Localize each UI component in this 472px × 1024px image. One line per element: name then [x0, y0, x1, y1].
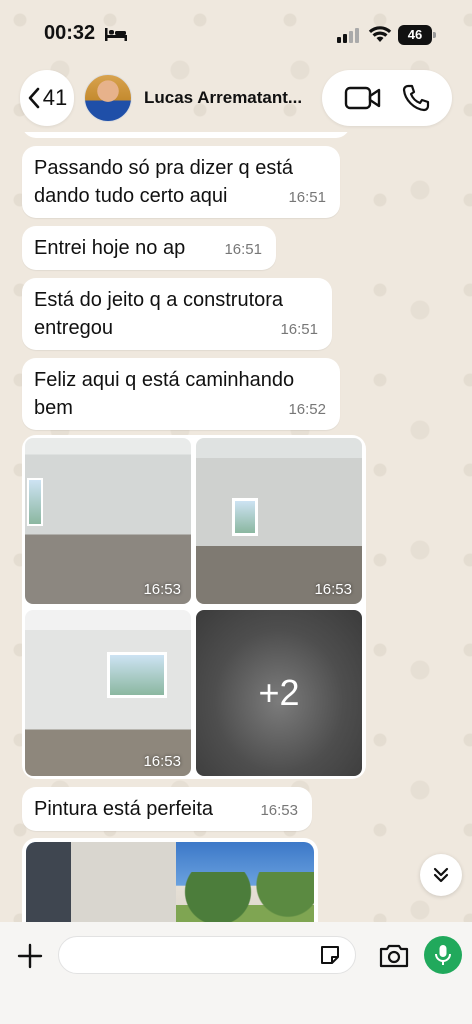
photo-thumbnail-more[interactable]: +2: [196, 610, 362, 776]
photo-thumbnail[interactable]: 16:53: [25, 438, 191, 604]
battery-indicator: 46: [398, 25, 436, 45]
sleep-focus-icon: [105, 28, 127, 41]
message-time: 16:53: [260, 802, 298, 819]
message-time: 16:52: [288, 401, 326, 418]
message-text: Passando só pra dizer q está dando tudo …: [34, 157, 294, 207]
message-text: Feliz aqui q está caminhando bem: [34, 369, 295, 419]
more-photos-count: +2: [258, 672, 300, 713]
message-bubble[interactable]: Feliz aqui q está caminhando bem 16:52: [22, 358, 340, 430]
sticker-icon[interactable]: [318, 943, 342, 967]
photo-time: 16:53: [314, 581, 352, 598]
avatar[interactable]: [84, 74, 132, 122]
clock: 00:32: [44, 22, 96, 44]
message-list[interactable]: Passando só pra dizer q está dando tudo …: [0, 132, 472, 922]
photo-thumbnail[interactable]: 16:53: [25, 610, 191, 776]
voice-message-button[interactable]: [424, 936, 462, 974]
photo-thumbnail: [26, 842, 314, 922]
microphone-icon: [435, 945, 451, 965]
message-bubble[interactable]: Passando só pra dizer q está dando tudo …: [22, 146, 340, 218]
message-time: 16:51: [288, 189, 326, 206]
message-text: Está do jeito q a construtora entregou: [34, 289, 284, 339]
chat-header: 41 Lucas Arrematant...: [0, 66, 472, 132]
wifi-icon: [368, 26, 392, 42]
photo-time: 16:53: [143, 753, 181, 770]
photo-message[interactable]: [22, 838, 318, 922]
contact-name[interactable]: Lucas Arrematant...: [144, 88, 302, 108]
unread-count: 41: [42, 85, 68, 110]
message-text: Entrei hoje no ap: [34, 237, 186, 259]
double-chevron-down-icon: [433, 867, 449, 883]
back-button[interactable]: 41: [20, 70, 74, 126]
chevron-left-icon: [28, 87, 40, 109]
call-actions: [322, 70, 452, 126]
message-composer: [0, 922, 472, 1024]
video-call-icon[interactable]: [344, 85, 382, 111]
camera-icon[interactable]: [378, 940, 410, 972]
attach-plus-icon[interactable]: [14, 940, 46, 972]
photo-time: 16:53: [143, 581, 181, 598]
message-bubble[interactable]: Entrei hoje no ap 16:51: [22, 226, 276, 270]
phone-call-icon[interactable]: [401, 83, 431, 113]
message-bubble[interactable]: Pintura está perfeita 16:53: [22, 787, 312, 831]
scroll-to-bottom-button[interactable]: [420, 854, 462, 896]
message-bubble-partial: [22, 132, 350, 138]
message-text: Pintura está perfeita: [34, 798, 213, 820]
message-input[interactable]: [58, 936, 356, 974]
media-album: 16:53 16:53 16:53 +2: [22, 435, 366, 779]
photo-thumbnail[interactable]: 16:53: [196, 438, 362, 604]
status-bar: 00:32 46: [0, 0, 472, 66]
message-time: 16:51: [224, 241, 262, 258]
message-bubble[interactable]: Está do jeito q a construtora entregou 1…: [22, 278, 332, 350]
cellular-signal-icon: [337, 28, 359, 43]
message-time: 16:51: [280, 321, 318, 338]
